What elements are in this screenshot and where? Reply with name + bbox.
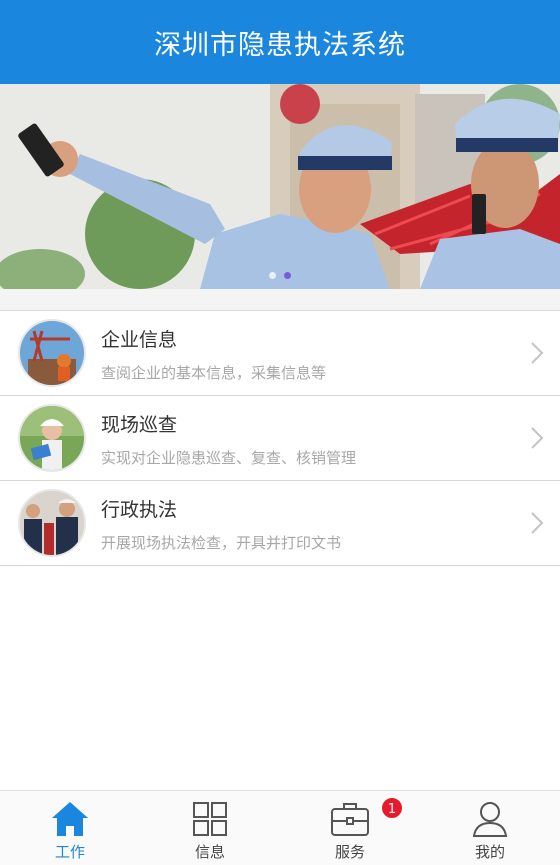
banner-carousel[interactable]: [0, 84, 560, 289]
enforcement-avatar-icon: [18, 489, 86, 557]
user-icon: [472, 802, 508, 837]
banner-image: [0, 84, 560, 289]
menu-list: 企业信息 查阅企业的基本信息，采集信息等 现场巡查 实现对企业隐患巡查、复查、核…: [0, 311, 560, 566]
tab-service[interactable]: 服务 1: [280, 791, 420, 865]
tab-mine[interactable]: 我的: [420, 791, 560, 865]
tab-info[interactable]: 信息: [140, 791, 280, 865]
menu-item-site-inspection[interactable]: 现场巡查 实现对企业隐患巡查、复查、核销管理: [0, 396, 560, 481]
menu-item-law-enforcement[interactable]: 行政执法 开展现场执法检查，开具并打印文书: [0, 481, 560, 566]
tab-label: 服务: [334, 843, 365, 861]
home-icon: [52, 802, 88, 836]
menu-item-title: 行政执法: [101, 499, 178, 521]
tab-label: 信息: [194, 843, 225, 861]
tab-label: 工作: [54, 843, 85, 861]
grid-icon: [193, 802, 227, 836]
menu-item-title: 企业信息: [101, 329, 178, 351]
carousel-dot-active[interactable]: [284, 272, 291, 279]
carousel-indicator: [0, 272, 560, 279]
menu-item-subtitle: 查阅企业的基本信息，采集信息等: [101, 364, 327, 382]
section-divider: [0, 289, 560, 311]
chevron-right-icon: [531, 512, 544, 534]
tab-work[interactable]: 工作: [0, 791, 140, 865]
page-title: 深圳市隐患执法系统: [154, 29, 406, 61]
tab-label: 我的: [474, 843, 505, 861]
menu-item-subtitle: 开展现场执法检查，开具并打印文书: [101, 534, 342, 552]
app-header: 深圳市隐患执法系统: [0, 0, 560, 84]
notification-badge: 1: [380, 796, 404, 820]
carousel-dot[interactable]: [269, 272, 276, 279]
menu-item-title: 现场巡查: [101, 414, 178, 436]
menu-item-subtitle: 实现对企业隐患巡查、复查、核销管理: [101, 449, 357, 467]
bottom-tab-bar: 工作 信息 服务 1 我的: [0, 790, 560, 865]
menu-item-enterprise-info[interactable]: 企业信息 查阅企业的基本信息，采集信息等: [0, 311, 560, 396]
inspection-avatar-icon: [18, 404, 86, 472]
chevron-right-icon: [531, 342, 544, 364]
chevron-right-icon: [531, 427, 544, 449]
toolbox-icon: [331, 803, 369, 836]
enterprise-avatar-icon: [18, 319, 86, 387]
